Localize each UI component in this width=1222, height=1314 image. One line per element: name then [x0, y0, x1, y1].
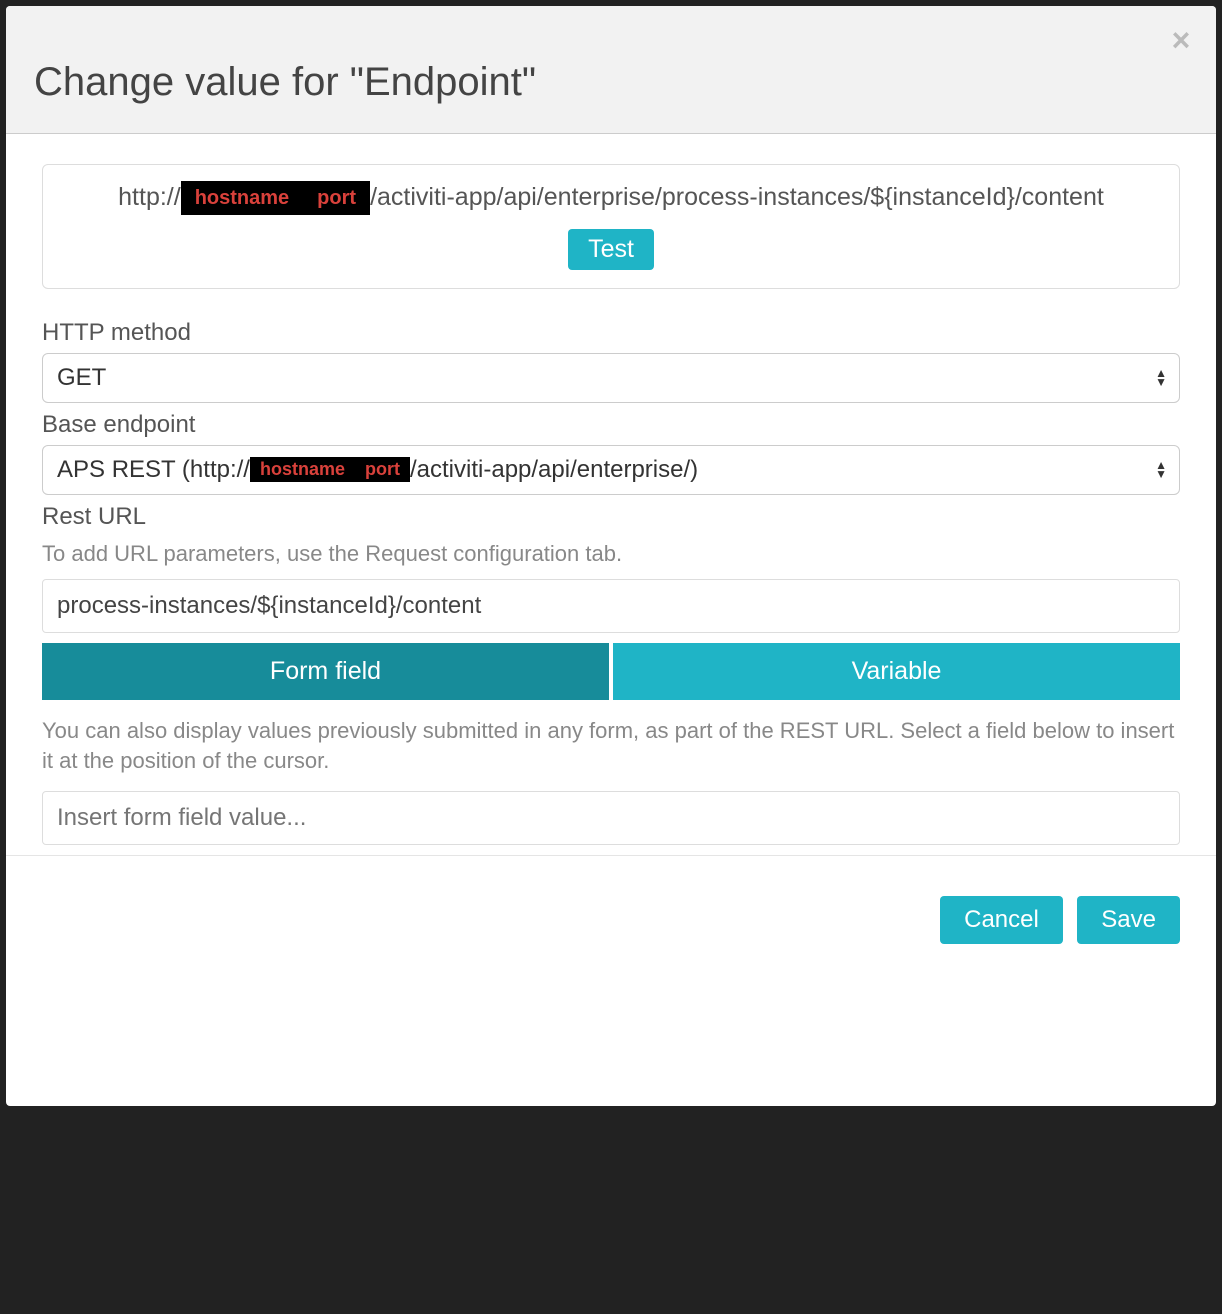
tab-form-field[interactable]: Form field	[42, 643, 609, 700]
http-method-label: HTTP method	[42, 319, 1180, 347]
modal-footer: Cancel Save	[6, 855, 1216, 974]
http-method-group: HTTP method GET ▲▼	[42, 319, 1180, 403]
base-endpoint-select[interactable]: APS REST (http:// hostname port /activit…	[42, 445, 1180, 495]
url-prefix: http://	[118, 183, 181, 211]
select-arrows-icon: ▲▼	[1155, 369, 1167, 387]
http-method-select[interactable]: GET ▲▼	[42, 353, 1180, 403]
base-endpoint-label: Base endpoint	[42, 411, 1180, 439]
cancel-button[interactable]: Cancel	[940, 896, 1063, 944]
url-path: /activiti-app/api/enterprise/process-ins…	[370, 183, 1104, 211]
base-endpoint-group: Base endpoint APS REST (http:// hostname…	[42, 411, 1180, 495]
redacted-port: port	[355, 457, 410, 482]
rest-url-input[interactable]	[42, 579, 1180, 633]
insert-form-field-input[interactable]	[42, 791, 1180, 845]
url-preview-text: http://hostnameport/activiti-app/api/ent…	[57, 179, 1165, 217]
insert-tabs: Form field Variable	[42, 643, 1180, 700]
modal-body: http://hostnameport/activiti-app/api/ent…	[6, 134, 1216, 855]
base-endpoint-prefix: APS REST (http://	[57, 456, 250, 484]
rest-url-label: Rest URL	[42, 503, 1180, 531]
redacted-hostname: hostname	[181, 181, 303, 215]
close-icon[interactable]: ×	[1168, 24, 1194, 50]
test-button[interactable]: Test	[568, 229, 654, 270]
redacted-hostname: hostname	[250, 457, 355, 482]
rest-url-helper: To add URL parameters, use the Request c…	[42, 541, 1180, 567]
http-method-value: GET	[57, 364, 106, 392]
modal-title: Change value for "Endpoint"	[34, 30, 1188, 105]
modal-header: × Change value for "Endpoint"	[6, 6, 1216, 134]
url-preview-box: http://hostnameport/activiti-app/api/ent…	[42, 164, 1180, 289]
save-button[interactable]: Save	[1077, 896, 1180, 944]
modal-dialog: × Change value for "Endpoint" http://hos…	[6, 6, 1216, 1106]
rest-url-group: Rest URL To add URL parameters, use the …	[42, 503, 1180, 633]
redacted-port: port	[303, 181, 370, 215]
select-arrows-icon: ▲▼	[1155, 461, 1167, 479]
base-endpoint-suffix: /activiti-app/api/enterprise/)	[410, 456, 698, 484]
insert-helper-text: You can also display values previously s…	[42, 716, 1180, 778]
tab-variable[interactable]: Variable	[613, 643, 1180, 700]
